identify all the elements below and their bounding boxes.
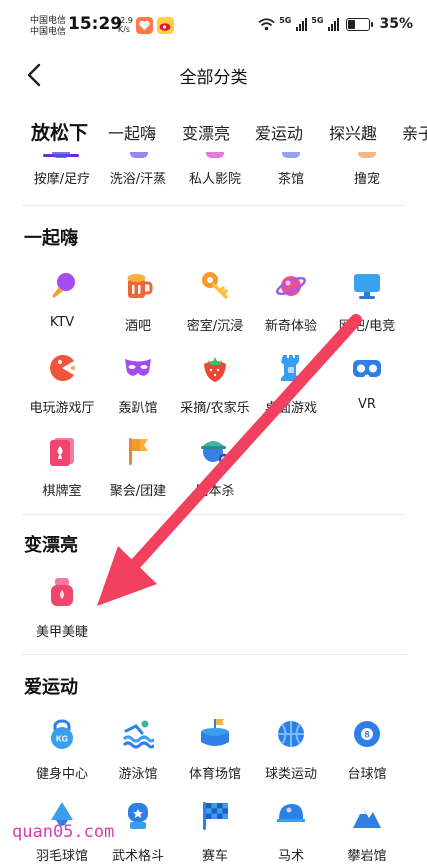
- monitor-icon: [354, 274, 380, 299]
- category-label: 剧本杀: [195, 484, 235, 499]
- beer-icon: [127, 274, 153, 298]
- mountain-icon: [353, 808, 381, 828]
- strawberry-icon: [204, 357, 226, 382]
- key-icon: [202, 272, 228, 299]
- signal-icon: [328, 17, 340, 31]
- network-type-1: 5G: [279, 16, 292, 25]
- relax-row-icons-cut: [0, 152, 427, 162]
- category-team-building[interactable]: 聚会/团建: [96, 435, 180, 515]
- swimming-icon: [122, 720, 154, 749]
- riding-helmet-icon: [277, 804, 305, 822]
- divider: [22, 654, 406, 655]
- category-label: 网吧/电竞: [338, 319, 396, 334]
- category-escape-room[interactable]: 密室/沉浸: [173, 270, 257, 350]
- svg-text:KG: KG: [56, 735, 68, 744]
- planet-icon: [275, 276, 307, 296]
- heart-app-icon: [136, 17, 153, 34]
- bath-icon: [130, 152, 148, 158]
- boxing-glove-icon: [128, 803, 148, 829]
- carrier-2: 中国电信: [30, 27, 67, 37]
- cinema-icon: [206, 152, 224, 158]
- category-script-murder[interactable]: 剧本杀: [173, 435, 257, 515]
- section-title-beauty: 变漂亮: [24, 535, 78, 556]
- category-board-games[interactable]: 桌面游戏: [249, 352, 333, 432]
- category-farm-picking[interactable]: 采摘/农家乐: [173, 352, 257, 432]
- carrier-1: 中国电信: [30, 16, 67, 26]
- category-bath[interactable]: 洗浴/汗蒸: [96, 168, 180, 187]
- category-stadium[interactable]: 体育场馆: [173, 718, 257, 798]
- battery-icon: [346, 17, 374, 31]
- svg-text:8: 8: [364, 730, 369, 740]
- category-tea-house[interactable]: 茶馆: [249, 168, 333, 187]
- tab-kids[interactable]: 亲子: [402, 120, 427, 144]
- wifi-icon: [258, 17, 275, 30]
- kettlebell-icon: KG: [51, 719, 73, 749]
- network-speed: 12.9 K/s: [115, 16, 133, 34]
- category-internet-cafe[interactable]: 网吧/电竞: [325, 270, 409, 350]
- detective-icon: [201, 441, 230, 465]
- status-bar: 中国电信 中国电信 15:29 12.9 K/s 5G 5G 35%: [0, 0, 427, 54]
- pacman-icon: [50, 355, 75, 381]
- checkered-flag-icon: [203, 802, 228, 830]
- category-arcade[interactable]: 电玩游戏厅: [20, 352, 104, 432]
- tab-beauty[interactable]: 变漂亮: [182, 120, 230, 144]
- carrier-labels: 中国电信 中国电信: [30, 16, 66, 38]
- network-type-2: 5G: [311, 16, 324, 25]
- category-ball-sports[interactable]: 球类运动: [249, 718, 333, 798]
- flag-icon: [129, 438, 148, 465]
- battery-percent: 35%: [379, 16, 413, 32]
- category-tabs: 放松下 一起嗨 变漂亮 爱运动 探兴趣 亲子: [0, 118, 427, 157]
- nail-polish-icon: [51, 578, 73, 606]
- microphone-icon: [52, 273, 75, 298]
- category-nails-lashes[interactable]: 美甲美睫: [20, 576, 104, 656]
- divider: [22, 205, 406, 206]
- divider: [22, 514, 406, 515]
- stadium-icon: [201, 719, 229, 746]
- party-mask-icon: [125, 359, 151, 376]
- category-novel-experience[interactable]: 新奇体验: [249, 270, 333, 350]
- system-indicators: 5G 5G 35%: [258, 16, 413, 32]
- category-billiards[interactable]: 8 台球馆: [325, 718, 409, 798]
- section-title-sports: 爱运动: [24, 677, 78, 698]
- clock: 15:29: [68, 14, 123, 34]
- pet-icon: [358, 152, 376, 158]
- playing-card-icon: [50, 438, 74, 466]
- category-rock-climbing[interactable]: 攀岩馆: [325, 800, 409, 867]
- battery-fill: [348, 19, 356, 29]
- category-gym[interactable]: KG 健身中心: [20, 718, 104, 798]
- category-swimming[interactable]: 游泳馆: [96, 718, 180, 798]
- category-vr[interactable]: VR: [325, 352, 409, 432]
- billiard-ball-icon: 8: [354, 721, 380, 747]
- massage-icon: [52, 152, 70, 158]
- category-label: 美甲美睫: [35, 625, 88, 640]
- section-title-party: 一起嗨: [24, 228, 78, 249]
- category-bar[interactable]: 酒吧: [96, 270, 180, 350]
- category-party-hall[interactable]: 轰趴馆: [96, 352, 180, 432]
- signal-icon: [296, 17, 308, 31]
- page-title: 全部分类: [179, 68, 248, 88]
- nav-header: 全部分类: [0, 54, 427, 96]
- category-private-cinema[interactable]: 私人影院: [173, 168, 257, 187]
- chess-rook-icon: [281, 355, 299, 381]
- watermark: quan05.com: [12, 822, 115, 842]
- category-label: 攀岩馆: [347, 849, 387, 864]
- tab-relax[interactable]: 放松下: [31, 118, 88, 145]
- category-label: VR: [358, 397, 376, 412]
- vr-headset-icon: [353, 360, 381, 377]
- tab-party[interactable]: 一起嗨: [108, 120, 156, 144]
- tab-interests[interactable]: 探兴趣: [329, 120, 377, 144]
- tea-icon: [282, 152, 300, 158]
- weibo-app-icon: [157, 17, 174, 34]
- category-massage[interactable]: 按摩/足疗: [20, 168, 104, 187]
- category-chess-room[interactable]: 棋牌室: [20, 435, 104, 515]
- category-label: 台球馆: [347, 767, 387, 782]
- tab-sports[interactable]: 爱运动: [255, 120, 303, 144]
- category-pet-cafe[interactable]: 撸宠: [325, 168, 409, 187]
- basketball-icon: [278, 721, 304, 747]
- category-ktv[interactable]: KTV: [20, 270, 104, 350]
